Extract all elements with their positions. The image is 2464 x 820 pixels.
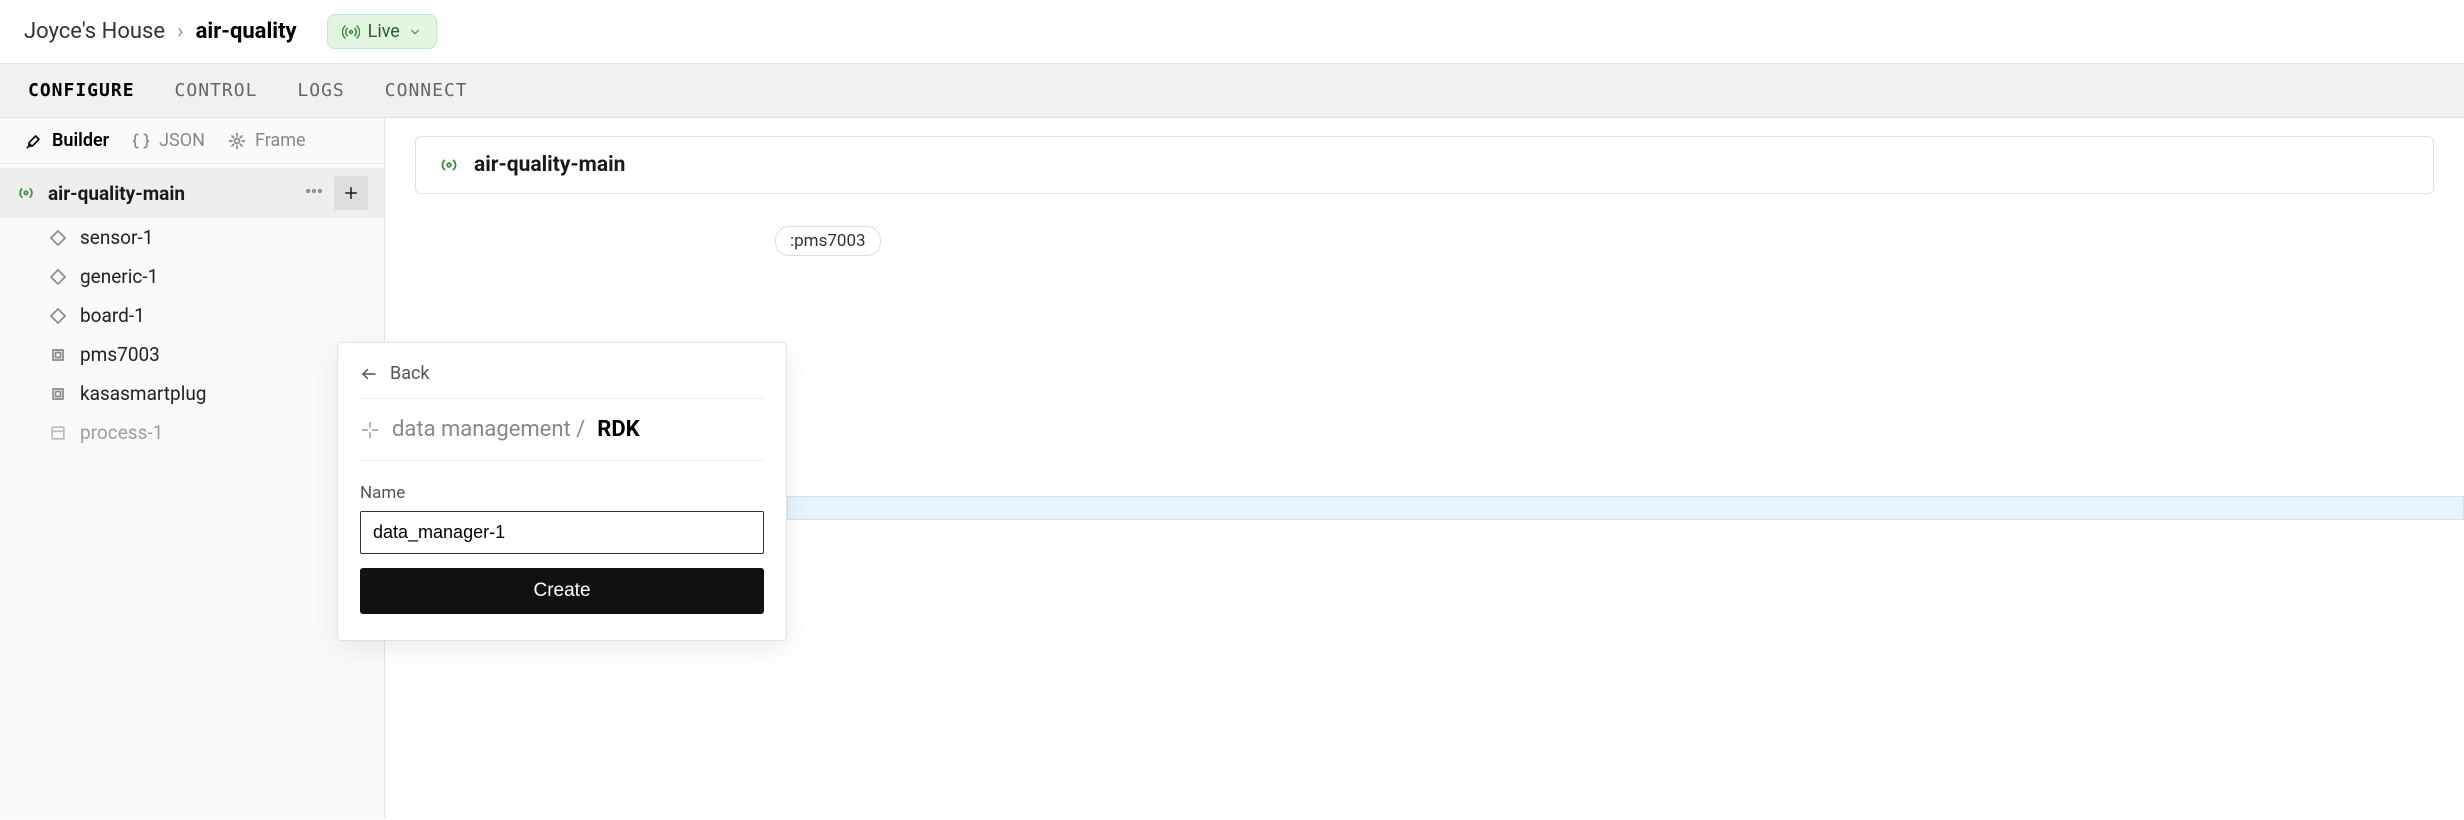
name-input[interactable] — [360, 511, 764, 554]
diamond-icon — [48, 228, 68, 248]
tools-icon — [24, 131, 44, 151]
status-dropdown[interactable]: Live — [327, 14, 437, 49]
tree-item-label: process-1 — [80, 421, 163, 444]
tree-item-label: board-1 — [80, 304, 145, 327]
tree-root-label: air-quality-main — [48, 182, 185, 205]
braces-icon — [131, 131, 151, 151]
machine-header-card: air-quality-main — [415, 136, 2434, 194]
process-icon — [48, 423, 68, 443]
tree-item-label: kasasmartplug — [80, 382, 206, 405]
tree-item-label: pms7003 — [80, 343, 160, 366]
tree-item[interactable]: board-1 — [0, 296, 384, 335]
sidebar-view-builder[interactable]: Builder — [24, 130, 109, 151]
broadcast-icon — [342, 23, 360, 41]
tree-root[interactable]: air-quality-main — [0, 168, 384, 218]
tree-item-label: sensor-1 — [80, 226, 153, 249]
main-tabs: CONFIGURE CONTROL LOGS CONNECT — [0, 64, 2464, 118]
tree-item[interactable]: generic-1 — [0, 257, 384, 296]
diamond-icon — [48, 267, 68, 287]
diamond-icon — [48, 306, 68, 326]
sidebar-view-frame-label: Frame — [255, 130, 306, 151]
plus-icon — [342, 184, 360, 202]
name-field-label: Name — [360, 483, 764, 503]
highlight-strip — [787, 496, 2464, 520]
broadcast-icon — [438, 154, 460, 176]
broadcast-icon — [16, 183, 36, 203]
sidebar-view-json[interactable]: JSON — [131, 130, 205, 151]
sidebar-view-builder-label: Builder — [52, 130, 109, 151]
sidebar-view-json-label: JSON — [159, 130, 205, 151]
breadcrumb-root[interactable]: Joyce's House — [24, 19, 165, 44]
popover-path-model: RDK — [597, 417, 639, 442]
frame-icon — [227, 131, 247, 151]
tab-connect[interactable]: CONNECT — [385, 80, 468, 101]
add-component-button[interactable] — [334, 176, 368, 210]
breadcrumb: Joyce's House › air-quality — [24, 19, 297, 44]
tab-logs[interactable]: LOGS — [297, 80, 344, 101]
tree-item[interactable]: kasasmartplug — [0, 374, 384, 413]
back-label: Back — [390, 363, 430, 384]
header: Joyce's House › air-quality Live — [0, 0, 2464, 64]
status-label: Live — [368, 21, 400, 42]
chip-icon — [48, 345, 68, 365]
back-button[interactable]: Back — [360, 363, 764, 399]
tree-item[interactable]: pms7003 — [0, 335, 384, 374]
create-button[interactable]: Create — [360, 568, 764, 614]
chevron-right-icon: › — [177, 19, 184, 44]
arrow-left-icon — [360, 365, 378, 383]
popover-title: data management / RDK — [360, 399, 764, 461]
more-actions-button[interactable] — [300, 177, 328, 210]
tab-control[interactable]: CONTROL — [175, 80, 258, 101]
chevron-down-icon — [408, 25, 422, 39]
tree-item[interactable]: sensor-1 — [0, 218, 384, 257]
tree-item[interactable]: process-1 — [0, 413, 384, 452]
sidebar-view-frame[interactable]: Frame — [227, 130, 306, 151]
create-service-popover: Back data management / RDK Name Create — [337, 342, 787, 641]
popover-path-prefix: data management / — [392, 417, 585, 442]
component-tree: air-quality-main — [0, 164, 384, 456]
dots-horizontal-icon — [304, 181, 324, 201]
tree-item-label: generic-1 — [80, 265, 158, 288]
breadcrumb-current: air-quality — [196, 19, 297, 44]
sparkle-icon — [360, 420, 380, 440]
sidebar-view-switcher: Builder JSON Frame — [0, 118, 384, 164]
tab-configure[interactable]: CONFIGURE — [28, 80, 135, 101]
chip-icon — [48, 384, 68, 404]
sidebar: Builder JSON Frame — [0, 118, 385, 818]
model-tag-chip[interactable]: :pms7003 — [775, 226, 881, 256]
machine-title: air-quality-main — [474, 153, 625, 177]
